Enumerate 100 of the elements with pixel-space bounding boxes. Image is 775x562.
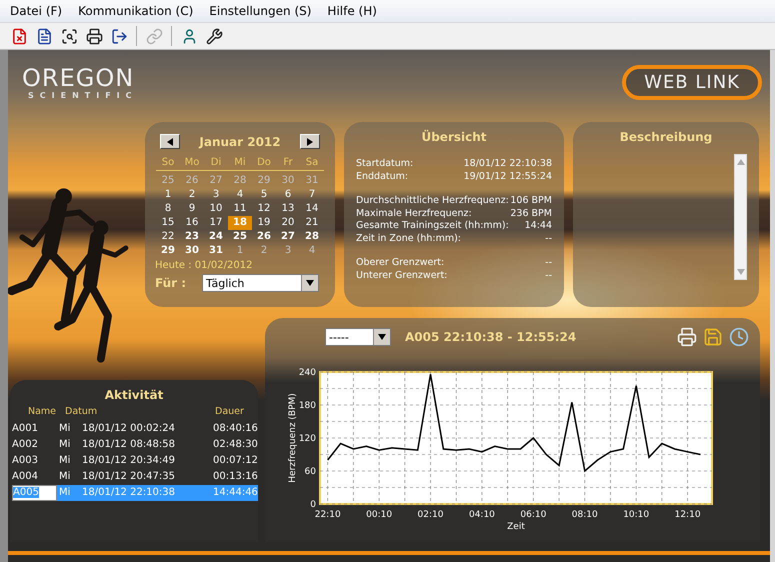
- caret-down-icon: [306, 280, 314, 286]
- calendar-day[interactable]: 21: [300, 216, 324, 230]
- info-value: 18/01/12 22:10:38: [464, 158, 552, 170]
- calendar-day[interactable]: 19: [252, 216, 276, 230]
- table-cell[interactable]: A003: [10, 453, 57, 469]
- period-dropdown[interactable]: Täglich: [202, 274, 320, 292]
- caret-down-icon: [378, 334, 386, 340]
- info-label: Zeit in Zone (hh:mm):: [356, 232, 461, 245]
- calendar-day[interactable]: 9: [180, 202, 204, 216]
- info-label: Enddatum:: [356, 170, 408, 183]
- logo-tagline: SCIENTIFIC: [28, 91, 138, 100]
- calendar-day[interactable]: 13: [276, 202, 300, 216]
- info-value: --: [545, 257, 552, 270]
- column-header: Datum: [64, 405, 98, 419]
- weekday-label: Sa: [300, 157, 324, 171]
- info-value: --: [545, 232, 552, 245]
- calendar-day[interactable]: 20: [276, 216, 300, 230]
- calendar-day[interactable]: 4: [228, 188, 252, 202]
- calendar-day[interactable]: 27: [276, 230, 300, 244]
- table-cell-text: Mi: [58, 438, 72, 452]
- next-month-button[interactable]: [300, 134, 320, 149]
- caret-left-icon: [167, 138, 173, 146]
- calendar-day[interactable]: 3: [204, 188, 228, 202]
- menu-item[interactable]: Datei (F): [2, 4, 70, 18]
- calendar-day[interactable]: 1: [156, 188, 180, 202]
- table-cell[interactable]: A004: [10, 469, 57, 485]
- file-x-icon: [10, 28, 28, 44]
- x-axis-label: Zeit: [507, 522, 525, 532]
- caret-right-icon: [307, 138, 313, 146]
- x-tick-label: 02:10: [418, 510, 444, 520]
- calendar-day[interactable]: 6: [276, 188, 300, 202]
- caret-up-icon: [736, 159, 744, 165]
- calendar-day[interactable]: 7: [300, 188, 324, 202]
- table-cell[interactable]: A001: [10, 421, 57, 437]
- calendar-day[interactable]: 25: [228, 230, 252, 244]
- info-label: Unterer Grenzwert:: [356, 270, 448, 282]
- weekday-label: Mi: [228, 157, 252, 171]
- exit-icon: [110, 28, 128, 44]
- calendar-day[interactable]: 29: [156, 244, 180, 258]
- calendar-day[interactable]: 24: [204, 230, 228, 244]
- document-icon: [36, 28, 52, 44]
- table-cell-text: 00:07:12: [212, 454, 258, 468]
- calendar-day[interactable]: 5: [252, 188, 276, 202]
- info-value: 14:44: [524, 220, 552, 232]
- print-button[interactable]: [676, 326, 698, 348]
- for-label: Für :: [155, 276, 186, 290]
- save-button[interactable]: [702, 326, 724, 348]
- calendar-day[interactable]: 30: [180, 244, 204, 258]
- info-label: Gesamte Trainingszeit (hh:mm):: [356, 220, 509, 232]
- wrench-icon: [206, 28, 222, 44]
- menu-item[interactable]: Kommunikation (C): [70, 4, 202, 18]
- panel-title: Beschreibung: [618, 130, 714, 144]
- weekday-label: So: [156, 157, 180, 171]
- table-cell-text: 18/01/12 08:48:58: [82, 438, 176, 452]
- table-cell[interactable]: A002: [10, 437, 57, 453]
- menu-item[interactable]: Hilfe (H): [319, 4, 385, 18]
- table-cell-text: 18/01/12 20:47:35: [82, 470, 176, 484]
- table-cell-text: 18/01/12 00:02:24: [82, 422, 176, 436]
- calendar-day[interactable]: 12: [252, 202, 276, 216]
- description-scrollbar[interactable]: [734, 154, 747, 280]
- y-tick-label: 0: [310, 500, 316, 510]
- calendar-day[interactable]: 17: [204, 216, 228, 230]
- calendar-day[interactable]: 28: [300, 230, 324, 244]
- table-cell: Mi: [57, 485, 82, 501]
- panel-title: Übersicht: [420, 130, 488, 144]
- info-value: --: [545, 270, 552, 282]
- logo-wordmark: OREGON: [22, 65, 134, 91]
- today-label: Heute : 01/02/2012: [155, 260, 252, 271]
- calendar-day[interactable]: 2: [180, 188, 204, 202]
- calendar-day[interactable]: 15: [156, 216, 180, 230]
- calendar-day[interactable]: 23: [180, 230, 204, 244]
- x-tick-label: 08:10: [572, 510, 598, 520]
- link-icon: [146, 28, 162, 44]
- calendar-day[interactable]: 10: [204, 202, 228, 216]
- calendar-day[interactable]: 22: [156, 230, 180, 244]
- column-header: Dauer: [214, 405, 245, 419]
- month-title: Januar 2012: [199, 134, 281, 148]
- table-cell-text: 02:48:30: [212, 438, 258, 452]
- x-tick-label: 04:10: [468, 510, 495, 520]
- y-tick-label: 240: [298, 368, 316, 378]
- clock-button[interactable]: [728, 326, 750, 348]
- weekday-label: Mo: [180, 157, 204, 171]
- table-cell-text: 00:13:16: [212, 470, 258, 484]
- clock-icon: [729, 327, 749, 347]
- scan-search-icon: [60, 28, 78, 44]
- calendar-day[interactable]: 14: [300, 202, 324, 216]
- previous-month-button[interactable]: [160, 134, 180, 149]
- chart-title: A005 22:10:38 - 12:55:24: [405, 330, 578, 344]
- info-label: Oberer Grenzwert:: [356, 257, 444, 270]
- calendar-day[interactable]: 31: [204, 244, 228, 258]
- calendar-day[interactable]: 11: [228, 202, 252, 216]
- calendar-day[interactable]: 16: [180, 216, 204, 230]
- y-tick-label: 180: [298, 401, 316, 411]
- calendar-day[interactable]: 26: [252, 230, 276, 244]
- series-dropdown[interactable]: -----: [325, 328, 391, 346]
- y-axis-label: Herzfrequenz (BPM): [288, 393, 298, 483]
- info-value: 19/01/12 12:55:24: [464, 170, 552, 183]
- table-cell-text: Mi: [58, 454, 72, 468]
- calendar-day[interactable]: 8: [156, 202, 180, 216]
- menu-item[interactable]: Einstellungen (S): [201, 4, 320, 18]
